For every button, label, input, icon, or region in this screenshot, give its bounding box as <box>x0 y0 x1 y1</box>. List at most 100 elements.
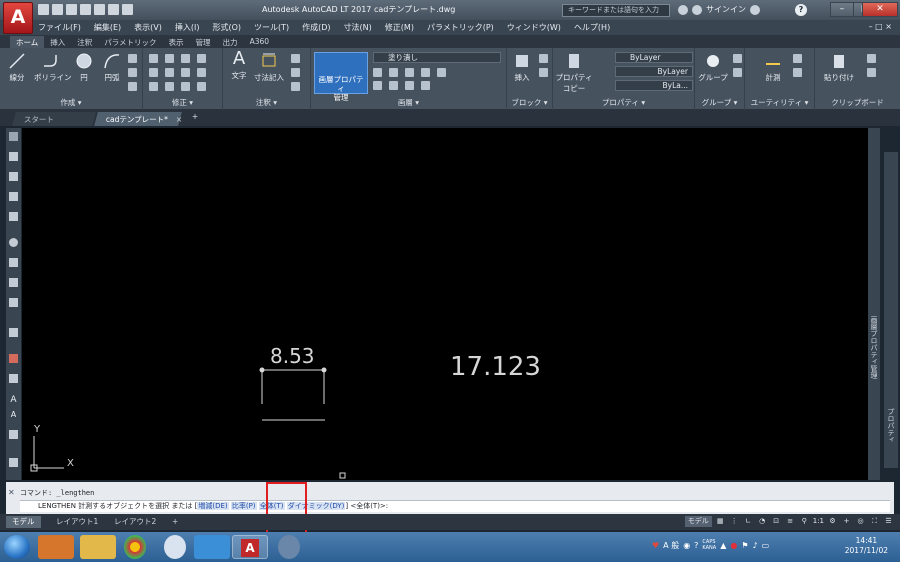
menu-modify[interactable]: 修正(M) <box>385 22 414 33</box>
stretch-icon[interactable] <box>149 82 158 91</box>
lineweight-dropdown[interactable]: ByLa... <box>615 80 693 91</box>
menu-edit[interactable]: 編集(E) <box>94 22 121 33</box>
volume-icon[interactable]: ♪ <box>753 541 758 550</box>
layer-previous-icon[interactable] <box>389 81 398 90</box>
panel-modify-label[interactable]: 修正 ▾ <box>143 97 222 108</box>
thunderbird-icon[interactable] <box>164 535 186 559</box>
layer-unisolate-icon[interactable] <box>405 81 414 90</box>
polygon-icon[interactable] <box>9 212 18 221</box>
dimension-text-small[interactable]: 8.53 <box>270 344 315 368</box>
circle-palette-icon[interactable] <box>9 238 18 247</box>
erase-icon[interactable] <box>197 54 206 63</box>
menu-window[interactable]: ウィンドウ(W) <box>507 22 561 33</box>
command-close-icon[interactable]: ✕ <box>8 488 15 497</box>
leader-icon[interactable] <box>291 68 300 77</box>
properties-palette-label[interactable]: プロパティ <box>886 408 896 443</box>
array-icon[interactable] <box>181 82 190 91</box>
polyline-tool[interactable]: ポリライン <box>34 52 72 83</box>
dimension-text-large[interactable]: 17.123 <box>450 352 541 382</box>
menu-help[interactable]: ヘルプ(H) <box>574 22 610 33</box>
group-tool[interactable]: グループ <box>697 52 729 83</box>
ime-indicator[interactable]: A 般 <box>663 540 679 551</box>
tray-expand-icon[interactable]: ▲ <box>720 541 726 550</box>
line-palette-icon[interactable] <box>9 152 18 161</box>
color-dropdown[interactable]: ByLayer <box>615 52 693 63</box>
group-edit-icon[interactable] <box>733 68 742 77</box>
ungroup-icon[interactable] <box>733 54 742 63</box>
polar-icon[interactable]: ◔ <box>757 516 768 527</box>
revcloud-icon[interactable] <box>9 258 18 267</box>
save-as-icon[interactable] <box>80 4 91 15</box>
menu-format[interactable]: 形式(O) <box>212 22 241 33</box>
help-tray-icon[interactable]: ? <box>694 541 698 550</box>
add-layout-button[interactable]: + <box>166 516 184 528</box>
new-icon[interactable] <box>38 4 49 15</box>
layer-isolate-icon[interactable] <box>389 68 398 77</box>
clock[interactable]: 14:41 2017/11/02 <box>845 536 888 556</box>
help-icon[interactable]: ? <box>795 4 807 16</box>
menu-insert[interactable]: 挿入(I) <box>175 22 200 33</box>
dimension-tool[interactable]: 寸法記入 <box>253 52 285 83</box>
table-palette-icon[interactable] <box>9 458 18 467</box>
menu-file[interactable]: ファイル(F) <box>38 22 81 33</box>
tab-layout1[interactable]: レイアウト1 <box>50 516 104 528</box>
rectangle-palette-icon[interactable] <box>9 374 18 383</box>
copy-clip-icon[interactable] <box>867 68 876 77</box>
drawing-canvas[interactable]: 8.53 17.123 Y X <box>22 128 868 480</box>
layer-properties-button[interactable]: 画層プロパティ 管理 <box>314 52 368 102</box>
panel-clipboard-label[interactable]: クリップボード <box>815 97 900 108</box>
panel-layers-label[interactable]: 画層 ▾ <box>311 97 506 108</box>
undo-icon[interactable] <box>108 4 119 15</box>
ortho-icon[interactable]: ∟ <box>743 516 754 527</box>
cut-icon[interactable] <box>867 54 876 63</box>
region-icon[interactable] <box>128 82 137 91</box>
paint-icon[interactable] <box>278 535 300 559</box>
isolate-icon[interactable]: ◎ <box>855 516 866 527</box>
panel-annotation-label[interactable]: 注釈 ▾ <box>223 97 310 108</box>
menu-tools[interactable]: ツール(T) <box>254 22 289 33</box>
antivirus-icon[interactable]: ● <box>730 541 737 550</box>
layer-match-icon[interactable] <box>373 81 382 90</box>
workspace-icon[interactable]: ⚙ <box>827 516 838 527</box>
text-palette-icon[interactable]: A <box>9 410 18 419</box>
chrome-icon[interactable] <box>124 535 146 559</box>
panel-properties-label[interactable]: プロパティ ▾ <box>553 97 694 108</box>
start-button[interactable] <box>4 535 30 559</box>
line-tool[interactable]: 線分 <box>6 52 28 83</box>
command-input[interactable]: LENGTHEN 計測するオブジェクトを選択 または [増減(DE) 比率(P)… <box>20 500 890 512</box>
explorer-icon[interactable] <box>80 535 116 559</box>
open-icon[interactable] <box>52 4 63 15</box>
spline-icon[interactable] <box>9 278 18 287</box>
lineweight-icon[interactable]: ≡ <box>785 516 796 527</box>
move-icon[interactable] <box>149 54 158 63</box>
measure-tool[interactable]: 計測 <box>759 52 787 83</box>
menu-view[interactable]: 表示(V) <box>134 22 162 33</box>
tab-start[interactable]: スタート <box>12 112 96 126</box>
panel-groups-label[interactable]: グループ ▾ <box>695 97 744 108</box>
customize-icon[interactable]: ☰ <box>883 516 894 527</box>
insert-tool[interactable]: 挿入 <box>511 52 533 83</box>
new-tab-button[interactable]: + <box>188 112 202 126</box>
create-block-icon[interactable] <box>539 54 548 63</box>
minimize-button[interactable]: – <box>830 2 854 17</box>
shield-icon[interactable]: ♥ <box>652 541 659 550</box>
tab-close-icon[interactable]: × <box>176 115 182 124</box>
tab-layout2[interactable]: レイアウト2 <box>108 516 162 528</box>
ime-mode-icon[interactable]: ◉ <box>683 541 690 550</box>
polyline-palette-icon[interactable] <box>9 192 18 201</box>
flag-icon[interactable]: ⚑ <box>741 541 748 550</box>
layer-current-icon[interactable] <box>437 68 446 77</box>
redo-icon[interactable] <box>122 4 133 15</box>
signin-area[interactable]: サインイン <box>678 4 760 15</box>
mtext-icon[interactable]: A <box>9 396 18 405</box>
save-icon[interactable] <box>66 4 77 15</box>
print-icon[interactable] <box>94 4 105 15</box>
explode-icon[interactable] <box>197 68 206 77</box>
layer-dropdown[interactable]: 塗り潰し <box>373 52 501 63</box>
signin-label[interactable]: サインイン <box>706 4 746 15</box>
autocad-taskbar-icon[interactable]: A <box>232 535 268 559</box>
search-input[interactable]: キーワードまたは語句を入力 <box>562 4 670 17</box>
scale-readout[interactable]: 1:1 <box>813 516 824 527</box>
construction-line-icon[interactable] <box>9 172 18 181</box>
panel-draw-label[interactable]: 作成 ▾ <box>0 97 142 108</box>
